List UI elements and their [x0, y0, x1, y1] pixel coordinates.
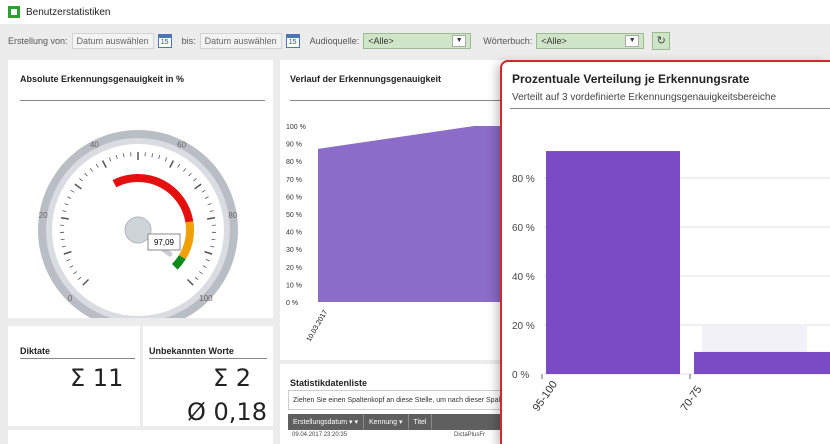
- dictionary-label: Wörterbuch:: [483, 36, 533, 46]
- trend-chart: 100 % 90 % 80 % 70 % 60 % 50 % 40 % 30 % 20 % 10 …: [286, 124, 510, 343]
- gauge-tick-label: 80: [228, 211, 237, 220]
- gauge-panel: Absolute Erkennungsgenauigkeit in % 0 20 4…: [8, 60, 273, 318]
- divider: [149, 358, 267, 359]
- trend-y-tick: 50 %: [286, 212, 302, 219]
- trend-y-tick: 60 %: [286, 194, 302, 201]
- gauge-tick-label: 0: [68, 294, 73, 303]
- app-icon: [8, 6, 20, 18]
- gauge-tick-label: 20: [39, 211, 48, 220]
- unknown-words-label: Unbekannten Worte: [149, 346, 234, 356]
- dictionary-select[interactable]: <Alle> ▼: [536, 33, 645, 49]
- trend-y-tick: 80 %: [286, 159, 302, 166]
- column-header-id[interactable]: Kennung ▾: [364, 414, 409, 430]
- trend-y-tick: 40 %: [286, 230, 302, 237]
- column-header-title[interactable]: Titel: [409, 414, 433, 430]
- trend-y-tick: 90 %: [286, 142, 302, 149]
- table-row[interactable]: 09.04.2017 23:20:35 DictaPlusFr: [288, 432, 510, 444]
- y-tick-label: 0 %: [512, 370, 529, 381]
- distribution-chart: 0 % 20 % 40 % 60 % 80 % 95-100 70-75: [512, 151, 830, 414]
- trend-y-tick: 100 %: [286, 124, 306, 131]
- trend-area: [318, 126, 510, 302]
- audio-label: Audioquelle:: [309, 36, 360, 46]
- unknown-words-sum: Σ 2: [213, 364, 252, 392]
- grid-panel: Statistikdatenliste Ziehen Sie einen Spa…: [280, 364, 510, 444]
- gauge-tick: [211, 238, 216, 241]
- trend-x-label: 10.03.2017: [306, 309, 330, 343]
- gauge-tick: [60, 238, 65, 241]
- calendar-icon[interactable]: 15: [285, 34, 300, 48]
- popup-title: Prozentuale Verteilung je Erkennungsrate: [512, 72, 750, 86]
- diktate-panel: Diktate Σ 11: [8, 326, 140, 426]
- unknown-words-panel: Unbekannten Worte Σ 2 Ø 0,18: [143, 326, 273, 426]
- x-tick-label: 95-100: [531, 379, 560, 414]
- trend-y-tick: 10 %: [286, 282, 302, 289]
- chevron-down-icon[interactable]: ▼: [452, 35, 467, 47]
- calendar-icon[interactable]: 15: [157, 34, 172, 48]
- gauge-chart: 0 20 40 60 80 100 97,09: [38, 130, 238, 318]
- to-label: bis:: [181, 36, 196, 46]
- trend-y-tick: 0 %: [286, 300, 298, 307]
- y-tick-label: 60 %: [512, 223, 535, 234]
- trend-panel: Verlauf der Erkennungsgenauigkeit 100 % 9…: [280, 60, 510, 360]
- gauge-tick-label: 60: [177, 140, 186, 149]
- gauge-value: 97,09: [154, 238, 175, 247]
- chevron-down-icon[interactable]: ▼: [625, 35, 640, 47]
- bar-70-75[interactable]: [694, 351, 830, 374]
- grid-header: Erstellungsdatum ▾ ▾ Kennung ▾ Titel: [288, 414, 510, 430]
- from-date-input[interactable]: Datum auswählen: [71, 33, 154, 49]
- title-bar: Benutzerstatistiken: [0, 0, 830, 24]
- cell-date: 09.04.2017 23:20:35: [292, 432, 348, 438]
- divider: [20, 358, 135, 359]
- y-tick-label: 20 %: [512, 321, 535, 332]
- trend-y-tick: 20 %: [286, 265, 302, 272]
- from-label: Erstellung von:: [8, 36, 68, 46]
- group-by-hint[interactable]: Ziehen Sie einen Spaltenkopf an diese St…: [288, 390, 510, 410]
- y-tick-label: 80 %: [512, 174, 535, 185]
- audio-source-value: <Alle>: [368, 36, 394, 46]
- trend-y-tick: 30 %: [286, 247, 302, 254]
- diktate-sum: Σ 11: [70, 364, 124, 392]
- lower-panel: [8, 430, 273, 444]
- cell-title: DictaPlusFr: [454, 432, 486, 438]
- gauge-tick-label: 40: [90, 140, 99, 149]
- divider: [510, 108, 830, 109]
- unknown-words-average: Ø 0,18: [187, 398, 267, 426]
- filter-bar: Erstellung von: Datum auswählen 15 bis: …: [0, 28, 830, 54]
- dictionary-value: <Alle>: [541, 36, 567, 46]
- audio-source-select[interactable]: <Alle> ▼: [363, 33, 472, 49]
- distribution-popup: Prozentuale Verteilung je Erkennungsrate…: [500, 60, 830, 444]
- trend-y-tick: 70 %: [286, 177, 302, 184]
- column-header-date[interactable]: Erstellungsdatum ▾ ▾: [288, 414, 365, 430]
- bar-95-100[interactable]: [546, 151, 680, 374]
- diktate-label: Diktate: [20, 346, 51, 356]
- gauge-tick-label: 100: [199, 294, 213, 303]
- refresh-button[interactable]: ↻: [652, 32, 671, 50]
- gauge-hub: [124, 216, 152, 244]
- x-tick-label: 70-75: [679, 384, 705, 414]
- y-tick-label: 40 %: [512, 272, 535, 283]
- grid-title: Statistikdatenliste: [290, 378, 368, 388]
- popup-subtitle: Verteilt auf 3 vordefinierte Erkennungsg…: [512, 92, 777, 103]
- window-title: Benutzerstatistiken: [26, 6, 111, 18]
- to-date-input[interactable]: Datum auswählen: [199, 33, 282, 49]
